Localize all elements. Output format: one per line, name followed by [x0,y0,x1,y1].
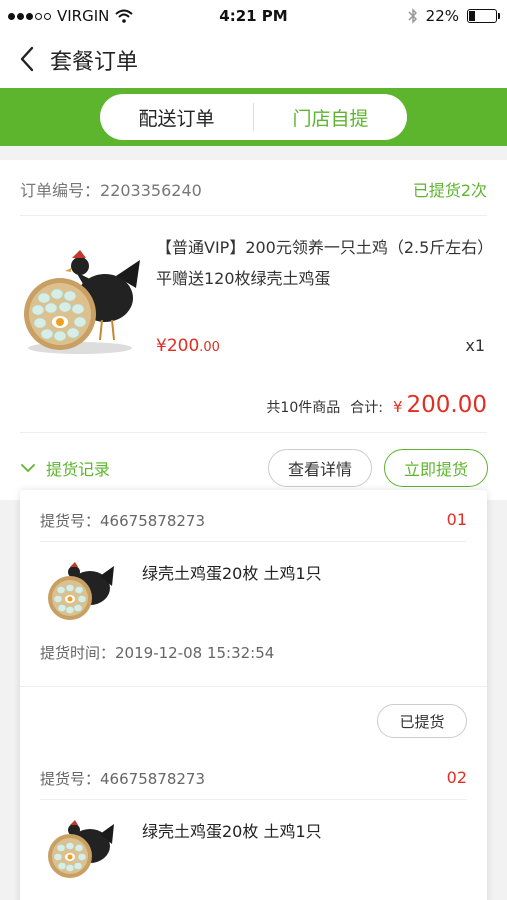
pickup-number: 提货号：46675878273 [40,768,205,789]
record-goods: 绿壳土鸡蛋20枚 土鸡1只 [142,564,322,583]
record-header: 提货号：46675878273 01 [40,490,467,542]
price-decimal: .00 [199,340,220,355]
pickup-records-panel: 提货号：46675878273 01 绿壳土鸡蛋20枚 土鸡1只 提货时间：20… [20,490,487,900]
tab-band: 配送订单 门店自提 [0,88,507,146]
price-integer: 200 [166,336,200,356]
status-bar: VIRGIN 4:21 PM 22% [0,0,507,32]
pickup-time-value: 2019-12-08 15:32:54 [115,644,275,662]
record-product-image [48,820,114,878]
page-title: 套餐订单 [50,50,139,75]
battery-icon [467,9,500,23]
order-summary: 共10件商品 合计: ¥200.00 [266,392,487,418]
pickup-now-button[interactable]: 立即提货 [384,449,488,487]
total-value: 200.00 [406,392,487,418]
order-number: 订单编号：2203356240 [20,177,202,201]
status-right: 22% [408,7,500,25]
order-card: 订单编号：2203356240 已提货2次 【普通VIP】200元领养一只土鸡（… [0,160,507,500]
price-symbol: ¥ [156,336,167,356]
record-index: 02 [446,768,467,787]
record-goods: 绿壳土鸡蛋20枚 土鸡1只 [142,822,322,841]
product-image[interactable] [20,236,146,356]
item-count: 共10件商品 [266,400,341,416]
pickup-number-value: 46675878273 [100,770,205,788]
pickup-number-label: 提货号： [40,770,101,788]
pickup-number: 提货号：46675878273 [40,510,205,531]
order-number-label: 订单编号： [20,181,101,200]
bluetooth-icon [408,8,417,24]
record-divider [20,686,487,687]
order-header: 订单编号：2203356240 已提货2次 [20,160,487,216]
pickup-records-label: 提货记录 [46,460,111,479]
pickup-number-value: 46675878273 [100,512,205,530]
total-currency: ¥ [392,398,403,416]
tab-store-pickup[interactable]: 门店自提 [254,104,407,131]
nav-bar: 套餐订单 [0,32,507,88]
chevron-down-icon [21,464,35,473]
view-details-button[interactable]: 查看详情 [268,449,372,487]
order-status: 已提货2次 [412,181,487,200]
divider [20,432,487,433]
tab-switcher: 配送订单 门店自提 [100,94,407,140]
picked-up-button[interactable]: 已提货 [377,704,467,738]
record-index: 01 [446,510,467,529]
product-price: ¥200.00 [156,336,220,356]
battery-percent: 22% [425,7,459,25]
record-header: 提货号：46675878273 02 [40,748,467,800]
order-number-value: 2203356240 [100,181,202,200]
pickup-time-label: 提货时间： [40,644,116,662]
product-quantity: x1 [465,336,485,355]
pickup-records-toggle[interactable]: 提货记录 [20,456,110,480]
pickup-number-label: 提货号： [40,512,101,530]
chevron-left-icon [20,46,34,72]
record-product-image [48,562,114,620]
order-total: ¥200.00 [393,392,487,418]
back-button[interactable] [14,44,44,74]
product-name[interactable]: 【普通VIP】200元领养一只土鸡（2.5斤左右）平赠送120枚绿壳土鸡蛋 [156,232,492,294]
total-label: 合计: [350,400,383,416]
tab-delivery[interactable]: 配送订单 [100,104,253,131]
pickup-time: 提货时间：2019-12-08 15:32:54 [40,642,274,663]
